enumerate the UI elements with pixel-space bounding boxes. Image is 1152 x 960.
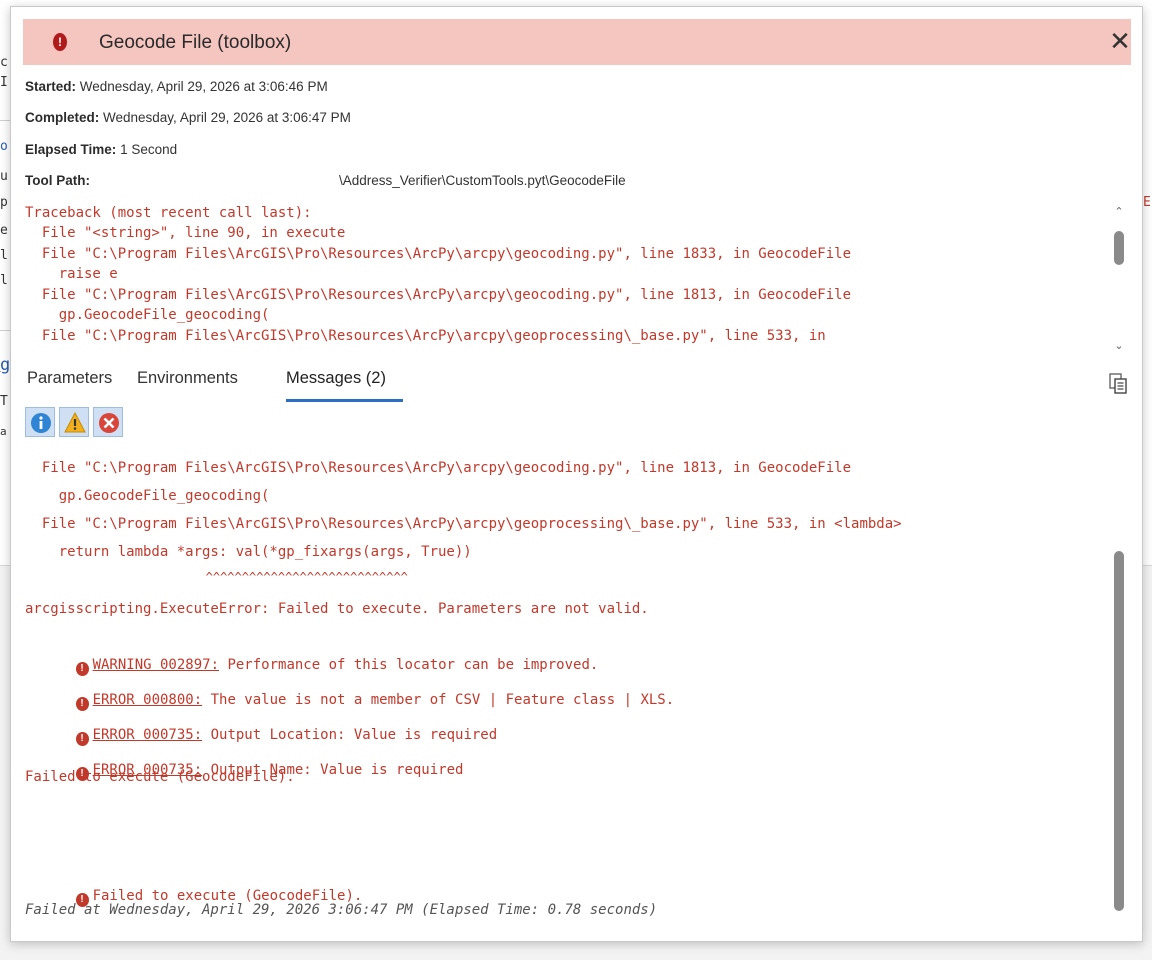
elapsed-row: Elapsed Time: 1 Second	[25, 142, 177, 157]
background-text: p	[0, 195, 8, 210]
popup-title: Geocode File (toolbox)	[99, 32, 292, 53]
elapsed-value: 1 Second	[120, 142, 178, 157]
geoprocessing-result-popup: ! Geocode File (toolbox) ✕ Started: Wedn…	[10, 6, 1143, 942]
message-line: ^^^^^^^^^^^^^^^^^^^^^^^^^^^^	[25, 570, 408, 584]
tab-environments[interactable]: Environments	[137, 369, 238, 388]
started-value: Wednesday, April 29, 2026 at 3:06:46 PM	[79, 79, 328, 94]
message-line: arcgisscripting.ExecuteError: Failed to …	[25, 601, 649, 617]
message-line: return lambda *args: val(*gp_fixargs(arg…	[25, 544, 472, 560]
background-text: T	[0, 394, 8, 409]
completed-label: Completed:	[25, 110, 100, 125]
traceback-line: File "C:\Program Files\ArcGIS\Pro\Resour…	[25, 246, 852, 262]
started-label: Started:	[25, 79, 77, 94]
background-divider	[0, 120, 10, 121]
error-filter-button[interactable]	[93, 407, 123, 437]
scroll-down-arrow-icon[interactable]: ⌄	[1112, 339, 1126, 353]
background-text: a	[0, 425, 7, 438]
copy-icon[interactable]	[1108, 373, 1128, 395]
background-divider	[0, 330, 10, 331]
failed-footer: Failed at Wednesday, April 29, 2026 3:06…	[25, 902, 658, 918]
toolpath-label: Tool Path:	[25, 173, 90, 188]
background-link: g	[0, 355, 11, 375]
info-icon	[31, 413, 51, 433]
warning-icon	[64, 412, 86, 433]
background-text: l	[0, 248, 8, 263]
tab-parameters[interactable]: Parameters	[27, 369, 112, 388]
traceback-line: File "C:\Program Files\ArcGIS\Pro\Resour…	[25, 287, 852, 303]
completed-value: Wednesday, April 29, 2026 at 3:06:47 PM	[103, 110, 351, 125]
background-text: e	[0, 223, 8, 238]
traceback-scroll-thumb[interactable]	[1114, 231, 1124, 265]
toolpath-value: \Address_Verifier\CustomTools.pyt\Geocod…	[339, 173, 626, 188]
toolpath-row: Tool Path:	[25, 173, 90, 188]
message-line: gp.GeocodeFile_geocoding(	[25, 488, 270, 504]
scroll-up-arrow-icon[interactable]: ⌃	[1112, 205, 1126, 219]
background-text: l	[0, 273, 8, 288]
error-alert-icon: !	[53, 33, 67, 51]
background-text: c	[0, 55, 8, 70]
elapsed-label: Elapsed Time:	[25, 142, 117, 157]
completed-row: Completed: Wednesday, April 29, 2026 at …	[25, 110, 351, 125]
traceback-line: Traceback (most recent call last):	[25, 205, 312, 221]
background-text: I	[0, 75, 8, 90]
traceback-line: raise e	[25, 266, 118, 282]
messages-panel: File "C:\Program Files\ArcGIS\Pro\Resour…	[25, 451, 1115, 941]
messages-scroll-thumb[interactable]	[1114, 551, 1124, 911]
popup-header: ! Geocode File (toolbox) ✕	[23, 19, 1131, 65]
traceback-scrollbar[interactable]: ⌃ ⌄	[1112, 205, 1126, 353]
info-filter-button[interactable]	[25, 407, 55, 437]
tab-messages[interactable]: Messages (2)	[286, 369, 386, 388]
background-text: u	[0, 169, 8, 184]
background-text: o	[0, 139, 8, 154]
traceback-line: File "<string>", line 90, in execute	[25, 225, 346, 241]
background-text: E	[1143, 195, 1151, 210]
message-line: Failed to execute (GeocodeFile).	[25, 769, 295, 785]
started-row: Started: Wednesday, April 29, 2026 at 3:…	[25, 79, 328, 94]
error-icon	[99, 413, 119, 433]
close-button[interactable]: ✕	[1107, 27, 1133, 55]
traceback-line: File "C:\Program Files\ArcGIS\Pro\Resour…	[25, 328, 826, 344]
message-line: File "C:\Program Files\ArcGIS\Pro\Resour…	[25, 516, 902, 532]
active-tab-indicator	[286, 399, 403, 402]
traceback-panel: Traceback (most recent call last): File …	[25, 203, 1085, 353]
warning-filter-button[interactable]	[59, 407, 89, 437]
traceback-line: gp.GeocodeFile_geocoding(	[25, 307, 270, 323]
messages-scrollbar[interactable]	[1112, 451, 1126, 941]
message-line: File "C:\Program Files\ArcGIS\Pro\Resour…	[25, 460, 852, 476]
